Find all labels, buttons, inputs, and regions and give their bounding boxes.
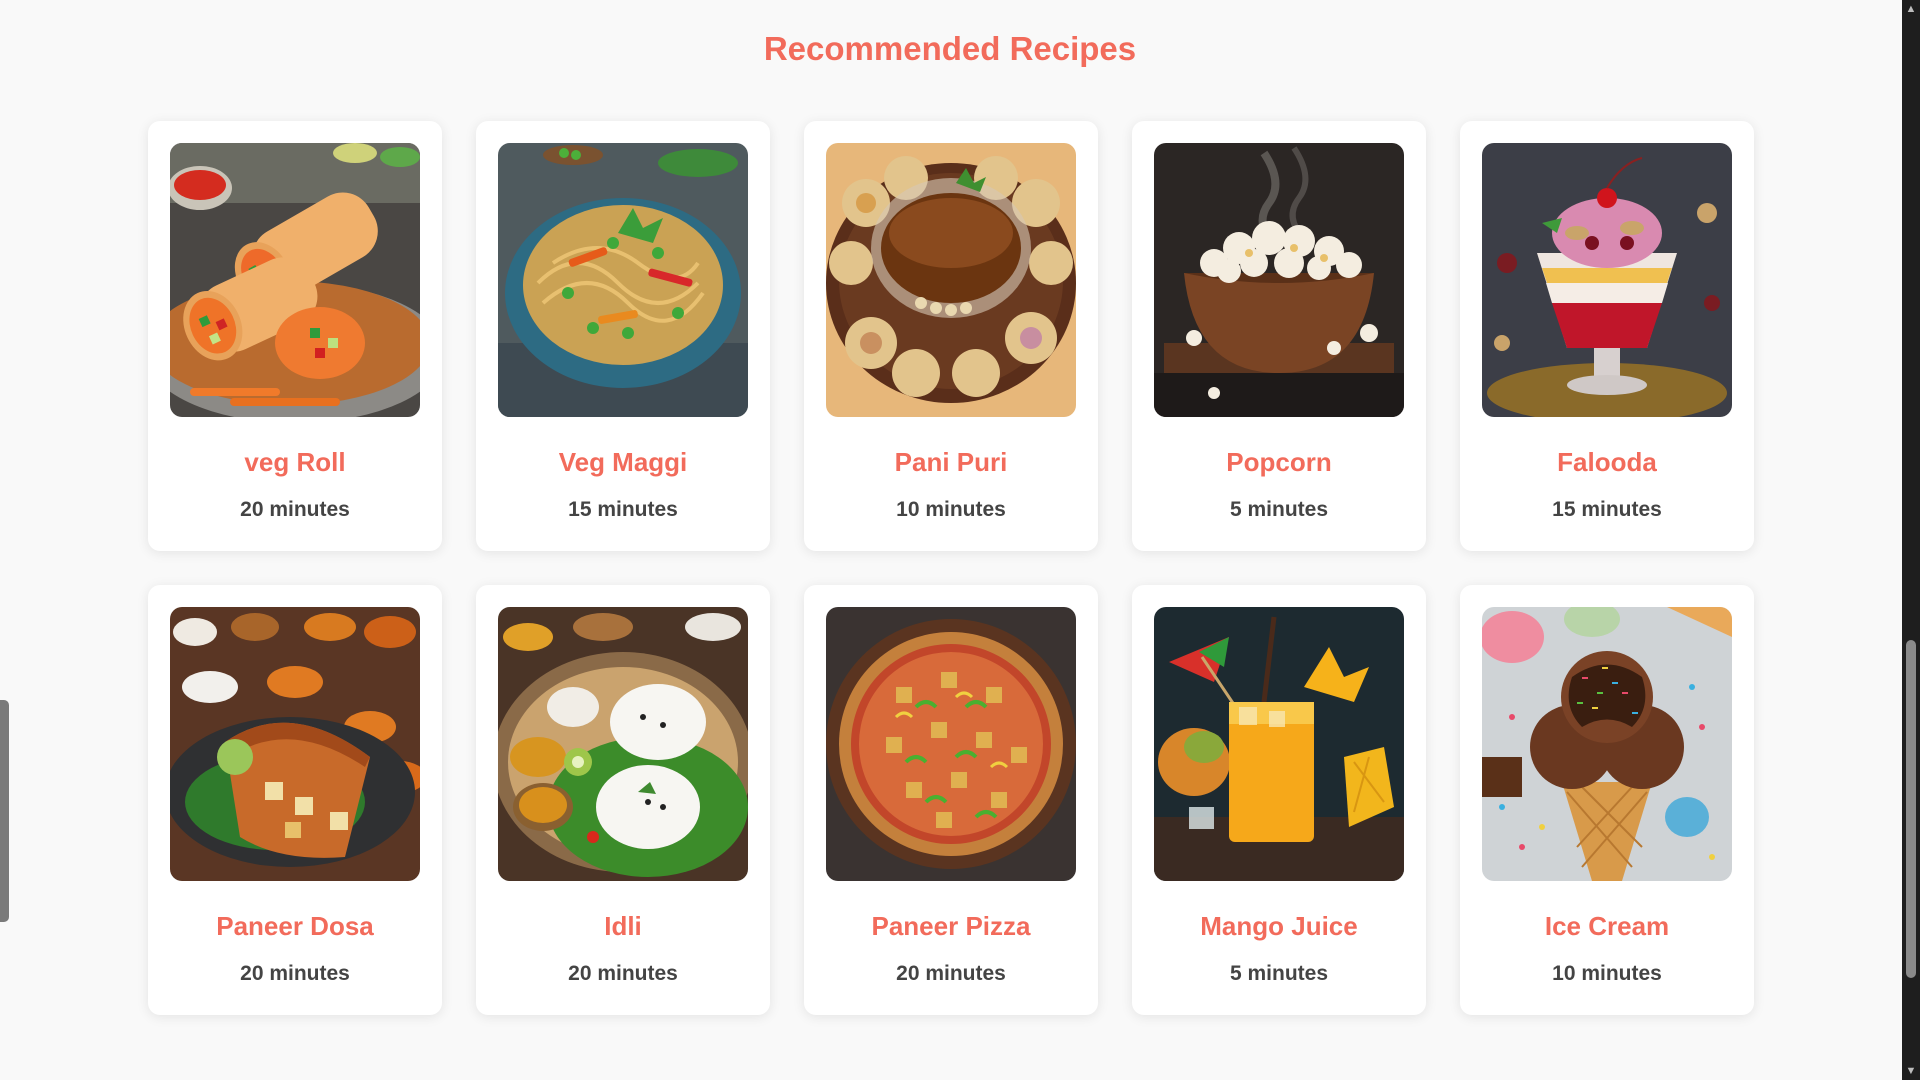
- vertical-scrollbar[interactable]: ▲ ▼: [1902, 0, 1920, 1080]
- side-panel-handle[interactable]: [0, 700, 9, 922]
- recipe-time: 10 minutes: [1552, 962, 1662, 985]
- arrow-down-icon[interactable]: ▼: [1902, 1062, 1920, 1080]
- recipe-card-popcorn[interactable]: Popcorn 5 minutes: [1132, 121, 1426, 551]
- recipe-name: Idli: [604, 911, 642, 941]
- veg-maggi-image: [498, 143, 748, 417]
- arrow-up-icon[interactable]: ▲: [1902, 0, 1920, 18]
- mango-juice-image: [1154, 607, 1404, 881]
- recipe-time: 15 minutes: [1552, 498, 1662, 521]
- recipe-time: 15 minutes: [568, 498, 678, 521]
- idli-image: [498, 607, 748, 881]
- recipe-name: Popcorn: [1226, 447, 1332, 477]
- recipe-time: 20 minutes: [240, 962, 350, 985]
- veg-roll-image: [170, 143, 420, 417]
- recipe-name: Veg Maggi: [558, 447, 688, 477]
- recipe-name: Pani Puri: [894, 447, 1008, 477]
- recipe-card-paneer-pizza[interactable]: Paneer Pizza 20 minutes: [804, 585, 1098, 1015]
- recipe-time: 20 minutes: [896, 962, 1006, 985]
- recipe-time: 20 minutes: [568, 962, 678, 985]
- recipe-time: 10 minutes: [896, 498, 1006, 521]
- recipe-card-pani-puri[interactable]: Pani Puri 10 minutes: [804, 121, 1098, 551]
- recipe-card-mango-juice[interactable]: Mango Juice 5 minutes: [1132, 585, 1426, 1015]
- recipe-card-idli[interactable]: Idli 20 minutes: [476, 585, 770, 1015]
- falooda-image: [1482, 143, 1732, 417]
- scrollbar-thumb[interactable]: [1906, 640, 1916, 978]
- pani-puri-image: [826, 143, 1076, 417]
- ice-cream-image: [1482, 607, 1732, 881]
- recipe-time: 5 minutes: [1229, 962, 1329, 985]
- recipe-card-paneer-dosa[interactable]: Paneer Dosa 20 minutes: [148, 585, 442, 1015]
- page: Recommended Recipes veg Roll 20 minutes …: [0, 0, 1902, 1080]
- recipe-time: 20 minutes: [240, 498, 350, 521]
- paneer-dosa-image: [170, 607, 420, 881]
- recipe-name: Falooda: [1557, 447, 1657, 477]
- recipe-card-falooda[interactable]: Falooda 15 minutes: [1460, 121, 1754, 551]
- recipe-grid: veg Roll 20 minutes Veg Maggi 15 minutes…: [148, 121, 1754, 1015]
- paneer-pizza-image: [826, 607, 1076, 881]
- recipe-card-veg-roll[interactable]: veg Roll 20 minutes: [148, 121, 442, 551]
- recipe-time: 5 minutes: [1229, 498, 1329, 521]
- popcorn-image: [1154, 143, 1404, 417]
- recipe-name: Mango Juice: [1200, 911, 1358, 941]
- recipe-name: Ice Cream: [1544, 911, 1670, 941]
- recipe-card-veg-maggi[interactable]: Veg Maggi 15 minutes: [476, 121, 770, 551]
- recipe-name: Paneer Pizza: [871, 911, 1031, 941]
- recipe-name: Paneer Dosa: [216, 911, 374, 941]
- recipe-name: veg Roll: [244, 447, 346, 477]
- page-title: Recommended Recipes: [763, 30, 1137, 67]
- recipe-card-ice-cream[interactable]: Ice Cream 10 minutes: [1460, 585, 1754, 1015]
